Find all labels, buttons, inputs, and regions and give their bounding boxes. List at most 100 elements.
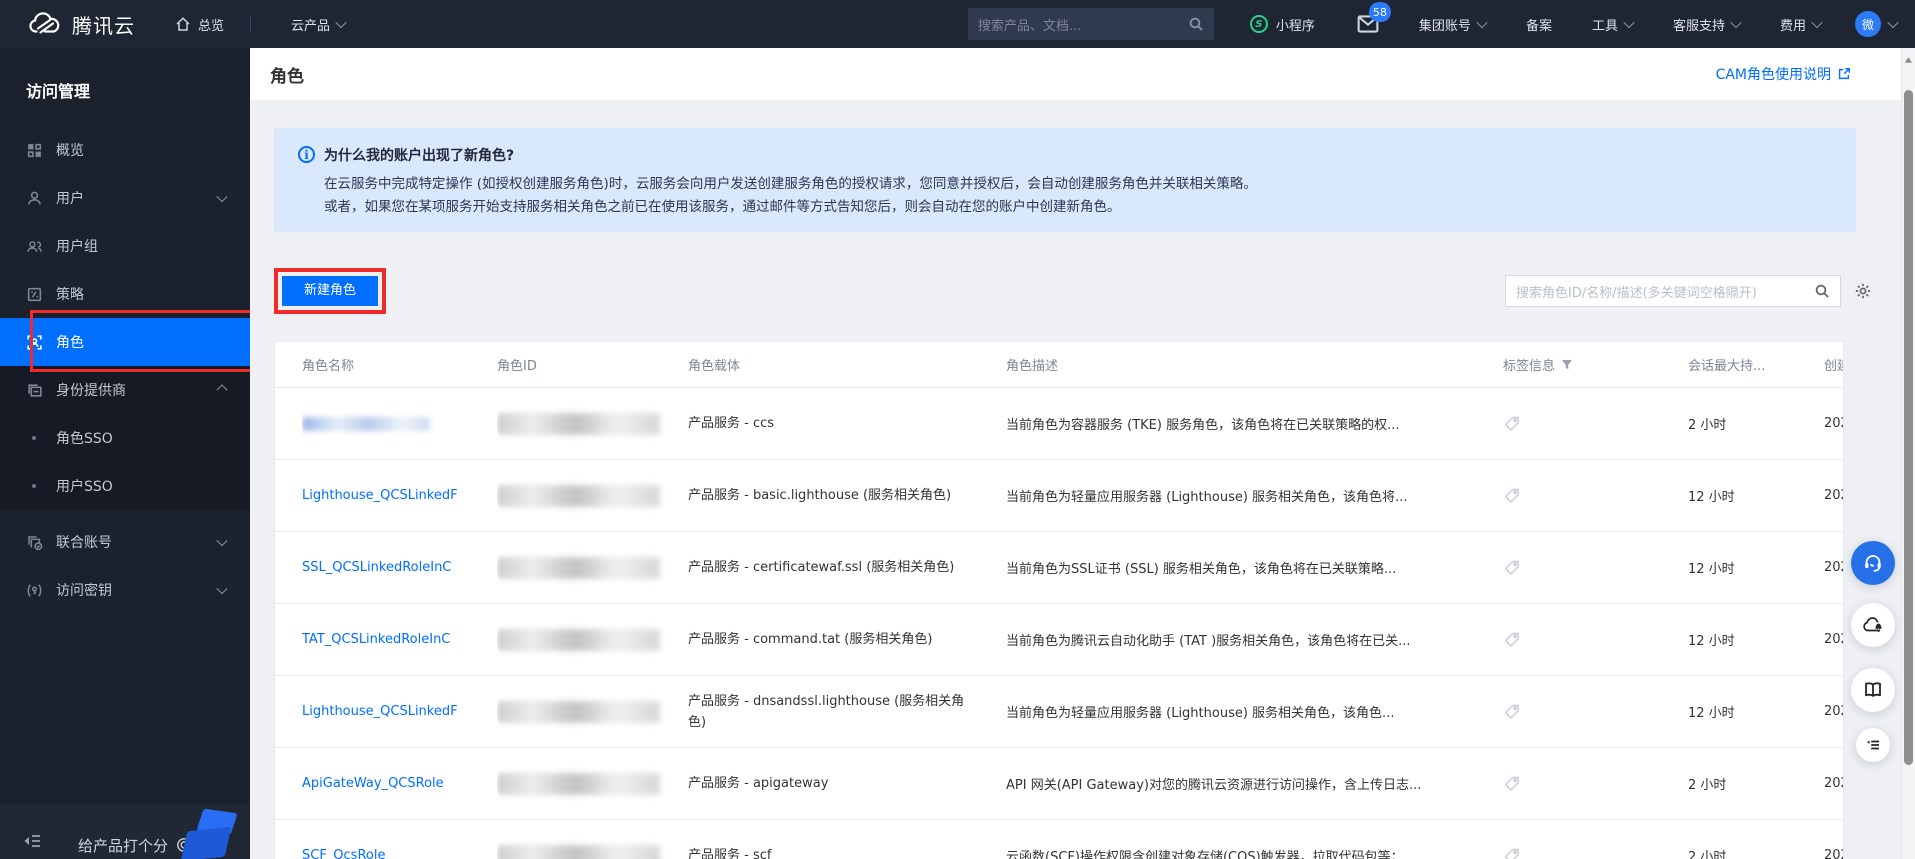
customer-service-button[interactable]: [1851, 541, 1895, 585]
nav-messages[interactable]: 58: [1357, 2, 1391, 34]
redacted-role-id: [497, 700, 660, 723]
page-scrollbar[interactable]: [1901, 48, 1915, 859]
redacted-role-id: [497, 844, 660, 859]
table-row: Lighthouse_QCSLinkedF 产品服务 - dnsandssl.li…: [275, 676, 1843, 748]
avatar[interactable]: 微: [1855, 11, 1881, 37]
annotation-box-create-button: 新建角色: [274, 268, 387, 314]
collapse-sidebar-icon[interactable]: [22, 833, 42, 849]
filter-funnel-icon[interactable]: [1561, 359, 1573, 371]
column-header-label: 会话最大持...: [1688, 359, 1766, 374]
docs-button[interactable]: [1851, 668, 1895, 712]
fed-icon: [26, 534, 43, 551]
redacted-role-name: [302, 416, 430, 431]
nav-icp-label: 备案: [1525, 18, 1552, 34]
sidebar-item-label: 身份提供商: [56, 383, 126, 399]
role-search-input[interactable]: 搜索角色ID/名称/描述(多关键词空格隔开): [1505, 275, 1841, 307]
tag-icon[interactable]: [1503, 487, 1521, 505]
column-header-label: 角色名称: [302, 359, 355, 374]
sidebar-item-roles[interactable]: 角色: [0, 318, 250, 366]
role-carrier: 产品服务 - ccs: [688, 416, 775, 431]
table-row: SSL_QCSLinkedRoleInC 产品服务 - certificatewa…: [275, 532, 1843, 604]
role-description: 当前角色为轻量应用服务器 (Lighthouse) 服务相关角色，该角色将...: [1006, 490, 1408, 505]
column-header-1: 角色ID: [497, 342, 688, 387]
role-name-link[interactable]: SCF_QcsRole: [302, 848, 385, 859]
sidebar-item-identity-providers[interactable]: 身份提供商: [0, 366, 250, 414]
nav-icp[interactable]: 备案: [1526, 15, 1552, 34]
role-name-link[interactable]: Lighthouse_QCSLinkedF: [302, 488, 458, 503]
chevron-down-icon: [1476, 16, 1488, 29]
rate-product-label: 给产品打个分: [78, 836, 169, 855]
role-description: API 网关(API Gateway)对您的腾讯云资源进行访问操作，含上传日志.…: [1006, 778, 1422, 793]
tencent-cloud-console: 腾讯云 总览 云产品 搜索产品、文档... S 小程序 58 集团账号 备案 工…: [0, 0, 1915, 859]
nav-tools[interactable]: 工具: [1592, 15, 1635, 34]
tag-icon[interactable]: [1503, 847, 1521, 859]
column-header-label: 角色载体: [688, 359, 741, 374]
divider: [250, 15, 252, 33]
table-settings-gear-icon[interactable]: [1854, 282, 1872, 300]
sidebar-item-access-keys[interactable]: 访问密钥: [0, 566, 250, 614]
sidebar: 访问管理 概览 用户 用户组 策略 角色 身份提供商 角色SSO 用户SSO 联合账号 访问密钥 …: [0, 48, 250, 859]
column-header-4[interactable]: 标签信息: [1503, 342, 1688, 387]
role-description: 当前角色为轻量应用服务器 (Lighthouse) 服务相关角色，该角色...: [1006, 706, 1395, 721]
role-session-duration: 12 小时: [1688, 634, 1735, 649]
chevron-down-icon: [216, 534, 228, 547]
tencent-cloud-logo-icon: [28, 12, 62, 36]
sidebar-item-user-sso[interactable]: 用户SSO: [0, 462, 250, 510]
sidebar-item-label: 角色SSO: [56, 431, 113, 447]
info-icon: i: [298, 146, 315, 163]
nav-mini-program[interactable]: S 小程序: [1249, 15, 1315, 34]
create-role-button[interactable]: 新建角色: [282, 276, 379, 306]
policy-icon: [26, 286, 43, 303]
cloud-alert-button[interactable]: [1851, 603, 1895, 647]
sidebar-item-label: 访问密钥: [56, 583, 112, 599]
scrollbar-thumb[interactable]: [1903, 90, 1913, 765]
role-name-link[interactable]: Lighthouse_QCSLinkedF: [302, 704, 458, 719]
sidebar-item-policies[interactable]: 策略: [0, 270, 250, 318]
brand-name: 腾讯云: [72, 13, 135, 38]
nav-group-account-label: 集团账号: [1418, 18, 1471, 34]
sidebar-item-federated-accounts[interactable]: 联合账号: [0, 518, 250, 566]
role-name-link[interactable]: TAT_QCSLinkedRoleInC: [302, 632, 450, 647]
topbar-search-input[interactable]: 搜索产品、文档...: [967, 8, 1214, 40]
sidebar-item-users[interactable]: 用户: [0, 174, 250, 222]
chevron-down-icon[interactable]: [1887, 16, 1899, 29]
sidebar-item-role-sso[interactable]: 角色SSO: [0, 414, 250, 462]
nav-overview[interactable]: 总览: [175, 15, 224, 34]
role-search-placeholder: 搜索角色ID/名称/描述(多关键词空格隔开): [1516, 285, 1757, 301]
user-icon: [26, 190, 43, 207]
role-session-duration: 12 小时: [1688, 490, 1735, 505]
cam-doc-link[interactable]: CAM角色使用说明: [1716, 64, 1851, 84]
tag-icon[interactable]: [1503, 703, 1521, 721]
scroll-up-arrow-icon[interactable]: [1904, 56, 1913, 64]
chevron-down-icon: [1730, 16, 1742, 29]
role-created: 202: [1824, 560, 1843, 575]
banner-line-1: 在云服务中完成特定操作 (如授权创建服务角色)时，云服务会向用户发送创建服务角色…: [324, 176, 1257, 192]
role-description: 当前角色为SSL证书 (SSL) 服务相关角色，该角色将在已关联策略...: [1006, 562, 1397, 577]
sidebar-item-label: 用户组: [56, 239, 98, 255]
feedback-list-button[interactable]: [1856, 728, 1890, 762]
nav-overview-label: 总览: [198, 18, 225, 34]
tag-icon[interactable]: [1503, 775, 1521, 793]
roles-table: 角色名称 角色ID 角色载体 角色描述 标签信息 会话最大持... 创建 产品服务 - cc…: [274, 341, 1844, 859]
main: 角色 CAM角色使用说明 i 为什么我的账户出现了新角色? 在云服务中完成特定操…: [250, 48, 1915, 859]
mini-program-label: 小程序: [1275, 18, 1315, 34]
nav-support[interactable]: 客服支持: [1673, 15, 1742, 34]
tag-icon[interactable]: [1503, 415, 1521, 433]
tag-icon[interactable]: [1503, 631, 1521, 649]
sidebar-item-user-groups[interactable]: 用户组: [0, 222, 250, 270]
rate-product-link[interactable]: 给产品打个分: [78, 835, 192, 856]
column-header-5: 会话最大持...: [1688, 342, 1824, 387]
nav-group-account[interactable]: 集团账号: [1418, 15, 1488, 34]
redacted-role-id: [497, 772, 660, 795]
role-carrier: 产品服务 - apigateway: [688, 776, 829, 791]
column-header-label: 角色描述: [1006, 359, 1059, 374]
sidebar-item-overview[interactable]: 概览: [0, 126, 250, 174]
brand[interactable]: 腾讯云: [28, 10, 135, 39]
role-name-link[interactable]: SSL_QCSLinkedRoleInC: [302, 560, 451, 575]
table-body: 产品服务 - ccs 当前角色为容器服务 (TKE) 服务角色，该角色将在已关联策…: [275, 388, 1843, 859]
nav-billing[interactable]: 费用: [1780, 15, 1823, 34]
nav-products[interactable]: 云产品: [291, 15, 347, 34]
sidebar-item-label: 概览: [56, 143, 84, 159]
role-name-link[interactable]: ApiGateWay_QCSRole: [302, 776, 444, 791]
tag-icon[interactable]: [1503, 559, 1521, 577]
